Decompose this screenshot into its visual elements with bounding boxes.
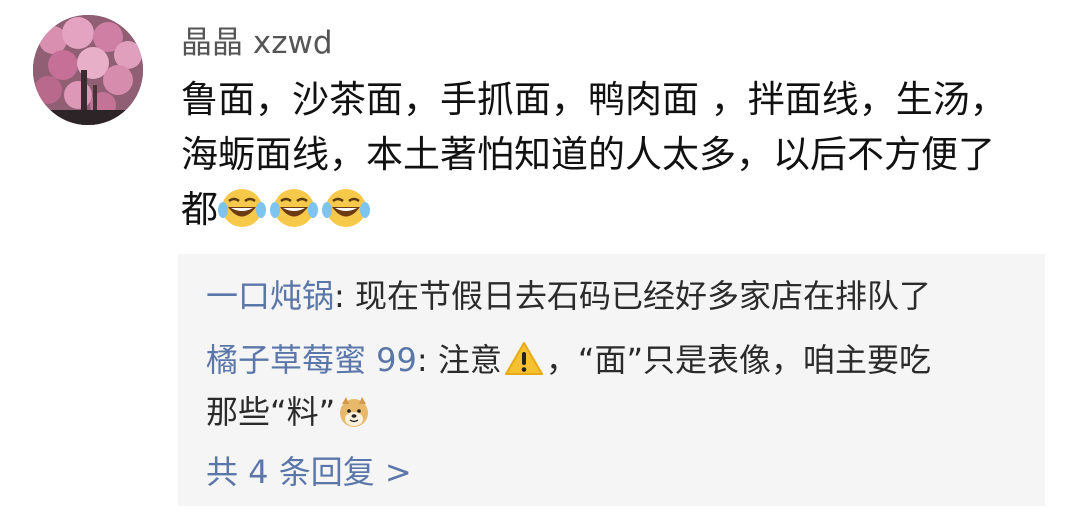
- reply-item-continued: 那些“料”: [206, 386, 373, 444]
- comment-line-2: 海蛎面线，本土著怕知道的人太多，以后不方便了: [181, 133, 995, 176]
- comment-line-3: 都: [181, 182, 1056, 245]
- comment-card: 晶晶 xzwd 鲁面，沙茶面，手抓面，鸭肉面 ，拌面线，生汤， 海蛎面线，本土著…: [0, 0, 1080, 517]
- doge-emoji-icon: [337, 392, 371, 444]
- comment-body: 鲁面，沙茶面，手抓面，鸭肉面 ，拌面线，生汤， 海蛎面线，本土著怕知道的人太多，…: [181, 72, 1056, 245]
- warning-icon: [504, 340, 544, 392]
- reply-text: : 注意: [416, 341, 502, 379]
- reply-text-cont: ，“面”只是表像，咱主要吃: [545, 341, 932, 379]
- laughing-crying-emoji-icon: [218, 186, 266, 245]
- laughing-crying-emoji-icon: [322, 186, 370, 245]
- replies-panel: 一口炖锅: 现在节假日去石码已经好多家店在排队了 橘子草莓蜜 99: 注意 ，“面…: [178, 254, 1045, 506]
- reply-author[interactable]: 橘子草莓蜜 99: [206, 341, 417, 379]
- comment-line-3-text: 都: [181, 188, 218, 231]
- reply-item: 一口炖锅: 现在节假日去石码已经好多家店在排队了: [206, 270, 931, 322]
- more-replies-link[interactable]: 共 4 条回复 >: [206, 446, 412, 498]
- user-avatar[interactable]: [33, 15, 143, 125]
- comment-username[interactable]: 晶晶 xzwd: [181, 21, 333, 65]
- reply-item: 橘子草莓蜜 99: 注意 ，“面”只是表像，咱主要吃: [206, 334, 931, 392]
- reply-text: : 现在节假日去石码已经好多家店在排队了: [334, 277, 931, 315]
- laughing-crying-emoji-icon: [270, 186, 318, 245]
- reply-text-line2: 那些“料”: [206, 393, 336, 431]
- reply-author[interactable]: 一口炖锅: [206, 277, 334, 315]
- comment-line-1: 鲁面，沙茶面，手抓面，鸭肉面 ，拌面线，生汤，: [181, 78, 1007, 121]
